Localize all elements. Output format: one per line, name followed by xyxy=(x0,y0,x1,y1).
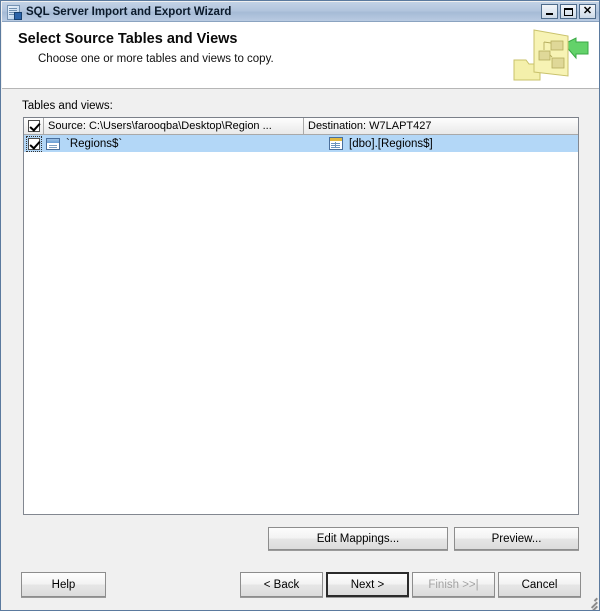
select-all-checkbox[interactable] xyxy=(27,120,40,132)
row-checkbox-cell[interactable] xyxy=(24,135,44,152)
page-header: Select Source Tables and Views Choose on… xyxy=(2,22,599,89)
title-bar[interactable]: SQL Server Import and Export Wizard ✕ xyxy=(2,2,599,22)
edit-mappings-button[interactable]: Edit Mappings... xyxy=(268,527,448,550)
worksheet-icon xyxy=(46,137,60,150)
table-row[interactable]: `Regions$` [dbo].[Regions$] xyxy=(24,135,578,152)
page-title: Select Source Tables and Views xyxy=(18,31,238,47)
page-body: Tables and views: Source: C:\Users\faroo… xyxy=(2,89,599,610)
destination-column-header[interactable]: Destination: W7LAPT427 xyxy=(304,118,578,134)
next-label: Next > xyxy=(350,578,385,591)
preview-button[interactable]: Preview... xyxy=(454,527,579,550)
tables-and-views-label: Tables and views: xyxy=(22,100,113,112)
window-controls: ✕ xyxy=(541,4,596,19)
row-select-checkbox[interactable] xyxy=(26,135,42,152)
finish-label: Finish >>| xyxy=(428,578,479,591)
back-label: < Back xyxy=(263,578,300,591)
footer-separator xyxy=(2,563,599,564)
maximize-button[interactable] xyxy=(560,4,577,19)
grid-body: `Regions$` [dbo].[Regions$] xyxy=(24,135,578,152)
wizard-document-icon xyxy=(6,4,22,20)
row-destination-label: [dbo].[Regions$] xyxy=(349,137,433,150)
minimize-button[interactable] xyxy=(541,4,558,19)
wizard-window: SQL Server Import and Export Wizard ✕ Se… xyxy=(0,0,600,611)
help-label: Help xyxy=(51,578,76,591)
row-source-label: `Regions$` xyxy=(66,137,123,150)
finish-button: Finish >>| xyxy=(412,572,495,597)
help-button[interactable]: Help xyxy=(21,572,106,597)
back-button[interactable]: < Back xyxy=(240,572,323,597)
window-title: SQL Server Import and Export Wizard xyxy=(26,5,232,18)
row-destination-cell[interactable]: [dbo].[Regions$] xyxy=(325,135,578,152)
edit-mappings-label: Edit Mappings... xyxy=(316,532,400,545)
close-icon[interactable]: ✕ xyxy=(579,4,596,19)
select-all-header-cell[interactable] xyxy=(24,118,44,134)
cancel-label: Cancel xyxy=(521,578,558,591)
database-table-icon xyxy=(329,137,343,150)
next-button[interactable]: Next > xyxy=(326,572,409,597)
tables-and-views-art-icon xyxy=(513,29,589,81)
preview-label: Preview... xyxy=(491,532,542,545)
cancel-button[interactable]: Cancel xyxy=(498,572,581,597)
source-column-header[interactable]: Source: C:\Users\farooqba\Desktop\Region… xyxy=(44,118,304,134)
grid-header-row: Source: C:\Users\farooqba\Desktop\Region… xyxy=(24,118,578,135)
page-subtitle: Choose one or more tables and views to c… xyxy=(38,53,274,65)
resize-grip-icon[interactable] xyxy=(584,594,598,610)
tables-and-views-grid[interactable]: Source: C:\Users\farooqba\Desktop\Region… xyxy=(23,117,579,515)
row-source-cell[interactable]: `Regions$` xyxy=(44,135,325,152)
